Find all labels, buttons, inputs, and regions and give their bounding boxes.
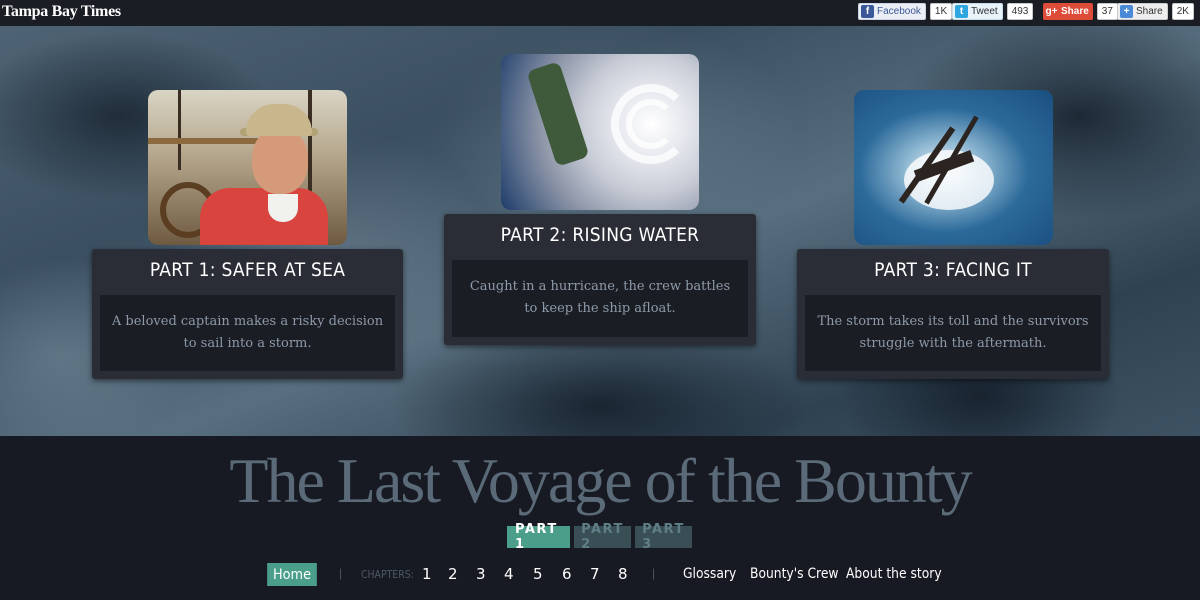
- chapter-link-3[interactable]: 3: [476, 565, 486, 583]
- facebook-share[interactable]: f Facebook 1K: [858, 3, 953, 20]
- chapter-link-8[interactable]: 8: [618, 565, 628, 583]
- nav-divider: |: [652, 566, 656, 580]
- hurricane-photo[interactable]: [501, 54, 699, 210]
- part-1-title[interactable]: PART 1: SAFER AT SEA: [108, 259, 388, 281]
- googleplus-icon: g+: [1045, 6, 1058, 17]
- part-1-description: A beloved captain makes a risky decision…: [111, 314, 384, 351]
- part-2-description: Caught in a hurricane, the crew battles …: [469, 279, 731, 316]
- part-3-description: The storm takes its toll and the survivo…: [817, 314, 1089, 351]
- part-2-panel[interactable]: PART 2: RISING WATER Caught in a hurrica…: [444, 214, 756, 345]
- bountys-crew-link[interactable]: Bounty's Crew: [750, 566, 839, 582]
- footer-nav-section: The Last Voyage of the Bounty PART 1 PAR…: [0, 436, 1200, 600]
- site-logo[interactable]: Tampa Bay Times: [2, 3, 121, 21]
- part-1-body: A beloved captain makes a risky decision…: [100, 295, 395, 371]
- site-title: The Last Voyage of the Bounty: [229, 445, 972, 516]
- googleplus-count: 37: [1096, 3, 1118, 20]
- tab-part-3[interactable]: PART 3: [635, 522, 692, 552]
- share-count: 2K: [1171, 3, 1194, 20]
- googleplus-label: Share: [1061, 6, 1089, 17]
- facebook-icon: f: [861, 5, 874, 18]
- part-3-panel[interactable]: PART 3: FACING IT The storm takes its to…: [797, 249, 1109, 379]
- tweet-button[interactable]: t Tweet: [952, 3, 1003, 20]
- twitter-icon: t: [955, 5, 968, 18]
- nav-divider: |: [339, 566, 343, 580]
- tweet-count: 493: [1006, 3, 1034, 20]
- glossary-link[interactable]: Glossary: [683, 566, 736, 582]
- chapter-link-6[interactable]: 6: [562, 565, 572, 583]
- share-icon: +: [1120, 5, 1133, 18]
- tab-part-2[interactable]: PART 2: [574, 522, 631, 552]
- chapter-nav: Home | CHAPTERS: 1 2 3 4 5 6 7 8 | Gloss…: [0, 563, 1200, 587]
- googleplus-button[interactable]: g+ Share: [1043, 3, 1093, 20]
- chapter-link-7[interactable]: 7: [590, 565, 600, 583]
- tab-part-1[interactable]: PART 1: [507, 522, 570, 552]
- part-2-body: Caught in a hurricane, the crew battles …: [452, 260, 748, 337]
- part-2-title[interactable]: PART 2: RISING WATER: [460, 224, 741, 246]
- chapter-link-1[interactable]: 1: [422, 565, 432, 583]
- share-button[interactable]: + Share: [1117, 3, 1168, 20]
- sinking-ship-photo[interactable]: [854, 90, 1053, 245]
- googleplus-share[interactable]: g+ Share 37: [1043, 3, 1118, 20]
- twitter-share[interactable]: t Tweet 493: [952, 3, 1034, 20]
- part-3-body: The storm takes its toll and the survivo…: [805, 295, 1101, 371]
- chapter-link-5[interactable]: 5: [533, 565, 543, 583]
- facebook-button[interactable]: f Facebook: [858, 3, 926, 20]
- part-3-title[interactable]: PART 3: FACING IT: [813, 259, 1094, 281]
- hero-section: PART 1: SAFER AT SEA A beloved captain m…: [0, 26, 1200, 436]
- part-1-panel[interactable]: PART 1: SAFER AT SEA A beloved captain m…: [92, 249, 403, 379]
- chapters-label: CHAPTERS:: [361, 568, 414, 581]
- chapter-link-2[interactable]: 2: [448, 565, 458, 583]
- home-button[interactable]: Home: [267, 563, 317, 586]
- generic-share[interactable]: + Share 2K: [1117, 3, 1194, 20]
- facebook-count: 1K: [929, 3, 953, 20]
- part-tabs: PART 1 PART 2 PART 3: [507, 522, 692, 552]
- share-label: Share: [1136, 6, 1163, 17]
- facebook-label: Facebook: [877, 6, 921, 17]
- chapter-link-4[interactable]: 4: [504, 565, 514, 583]
- tweet-label: Tweet: [971, 6, 998, 17]
- top-bar: Tampa Bay Times f Facebook 1K t Tweet 49…: [0, 0, 1200, 26]
- captain-photo[interactable]: [148, 90, 347, 245]
- about-story-link[interactable]: About the story: [846, 566, 942, 582]
